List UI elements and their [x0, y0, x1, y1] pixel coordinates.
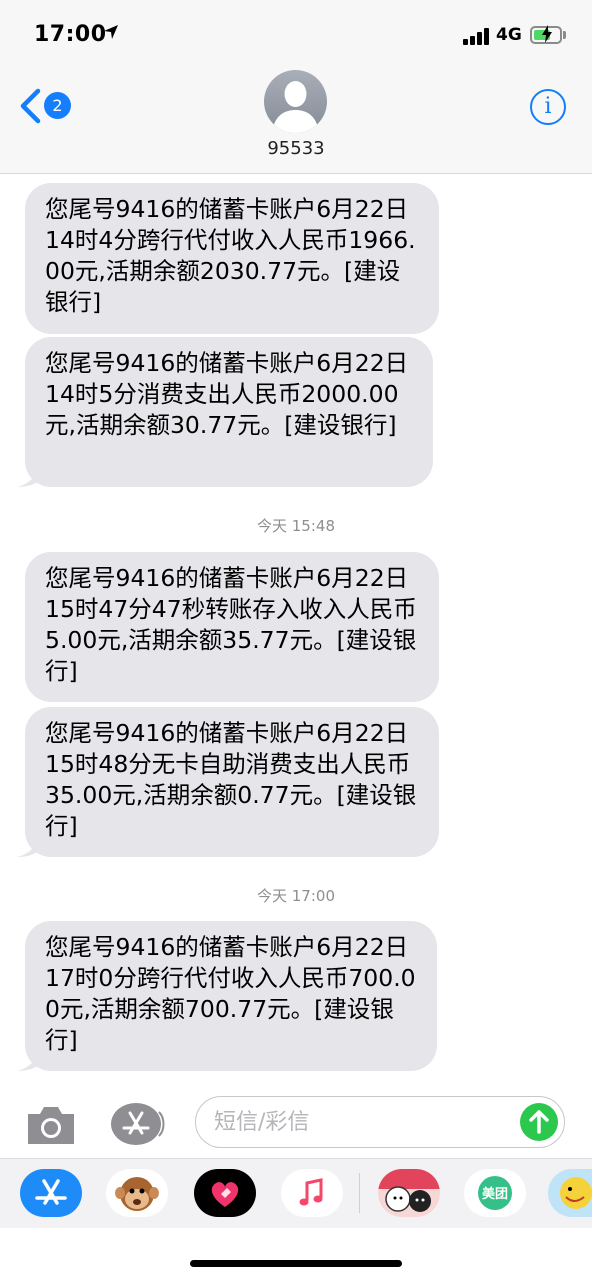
message-input[interactable] — [214, 1107, 504, 1137]
unread-badge: 2 — [44, 92, 71, 119]
app-store-icon[interactable] — [110, 1102, 166, 1146]
message-bubble[interactable]: 您尾号9416的储蓄卡账户6月22日14时5分消费支出人民币2000.00元,活… — [17, 337, 433, 487]
sticker-cats-icon[interactable] — [378, 1169, 440, 1217]
message-text: 您尾号9416的储蓄卡账户6月22日17时0分跨行代付收入人民币700.00元,… — [45, 933, 416, 1054]
status-time: 17:00 — [34, 22, 107, 47]
person-silhouette-icon — [272, 81, 319, 133]
bubble-tail — [17, 835, 39, 857]
contact-avatar[interactable] — [264, 70, 327, 133]
status-bar: 17:00 4G — [0, 0, 592, 64]
bubble-tail — [17, 1049, 39, 1071]
message-input-container — [195, 1096, 565, 1148]
compose-bar — [0, 1090, 592, 1158]
app-store-icon[interactable] — [20, 1169, 82, 1217]
message-text: 您尾号9416的储蓄卡账户6月22日14时5分消费支出人民币2000.00元,活… — [45, 349, 409, 439]
drawer-divider — [359, 1173, 360, 1213]
meituan-icon[interactable]: 美团 — [464, 1169, 526, 1217]
camera-icon[interactable] — [24, 1104, 78, 1146]
message-bubble[interactable]: 您尾号9416的储蓄卡账户6月22日15时48分无卡自助消费支出人民币35.00… — [17, 707, 439, 857]
message-list: 您尾号9416的储蓄卡账户6月22日14时4分跨行代付收入人民币1966.00元… — [0, 175, 592, 1090]
bubble-tail — [17, 465, 39, 487]
chevron-left-icon — [20, 88, 41, 124]
imessage-app-drawer: 美团 — [0, 1158, 592, 1228]
animoji-monkey-icon[interactable] — [106, 1169, 168, 1217]
timestamp: 今天 15:48 — [257, 517, 335, 535]
message-text: 您尾号9416的储蓄卡账户6月22日15时47分47秒转账存入收入人民币5.00… — [45, 564, 417, 685]
back-button[interactable]: 2 — [18, 86, 78, 126]
info-icon[interactable]: i — [530, 89, 566, 125]
signal-strength-icon — [463, 27, 493, 45]
location-arrow-icon — [103, 24, 119, 45]
message-bubble[interactable]: 您尾号9416的储蓄卡账户6月22日15时47分47秒转账存入收入人民币5.00… — [25, 552, 439, 702]
message-text: 您尾号9416的储蓄卡账户6月22日15时48分无卡自助消费支出人民币35.00… — [45, 719, 417, 840]
battery-cap — [563, 31, 566, 39]
network-type: 4G — [496, 25, 522, 45]
conversation-header: 2 95533 i — [0, 64, 592, 174]
send-arrow-icon[interactable] — [520, 1103, 558, 1141]
sticker-emoji-icon[interactable] — [548, 1169, 592, 1217]
contact-name[interactable]: 95533 — [0, 138, 592, 159]
home-indicator[interactable] — [190, 1260, 402, 1267]
battery-icon — [530, 25, 562, 44]
meituan-label: 美团 — [481, 1187, 508, 1202]
message-bubble[interactable]: 您尾号9416的储蓄卡账户6月22日14时4分跨行代付收入人民币1966.00元… — [25, 183, 439, 334]
digital-touch-heart-icon[interactable] — [194, 1169, 256, 1217]
music-icon[interactable] — [281, 1169, 343, 1217]
message-bubble[interactable]: 您尾号9416的储蓄卡账户6月22日17时0分跨行代付收入人民币700.00元,… — [17, 921, 437, 1071]
timestamp: 今天 17:00 — [257, 887, 335, 905]
message-text: 您尾号9416的储蓄卡账户6月22日14时4分跨行代付收入人民币1966.00元… — [45, 195, 416, 316]
